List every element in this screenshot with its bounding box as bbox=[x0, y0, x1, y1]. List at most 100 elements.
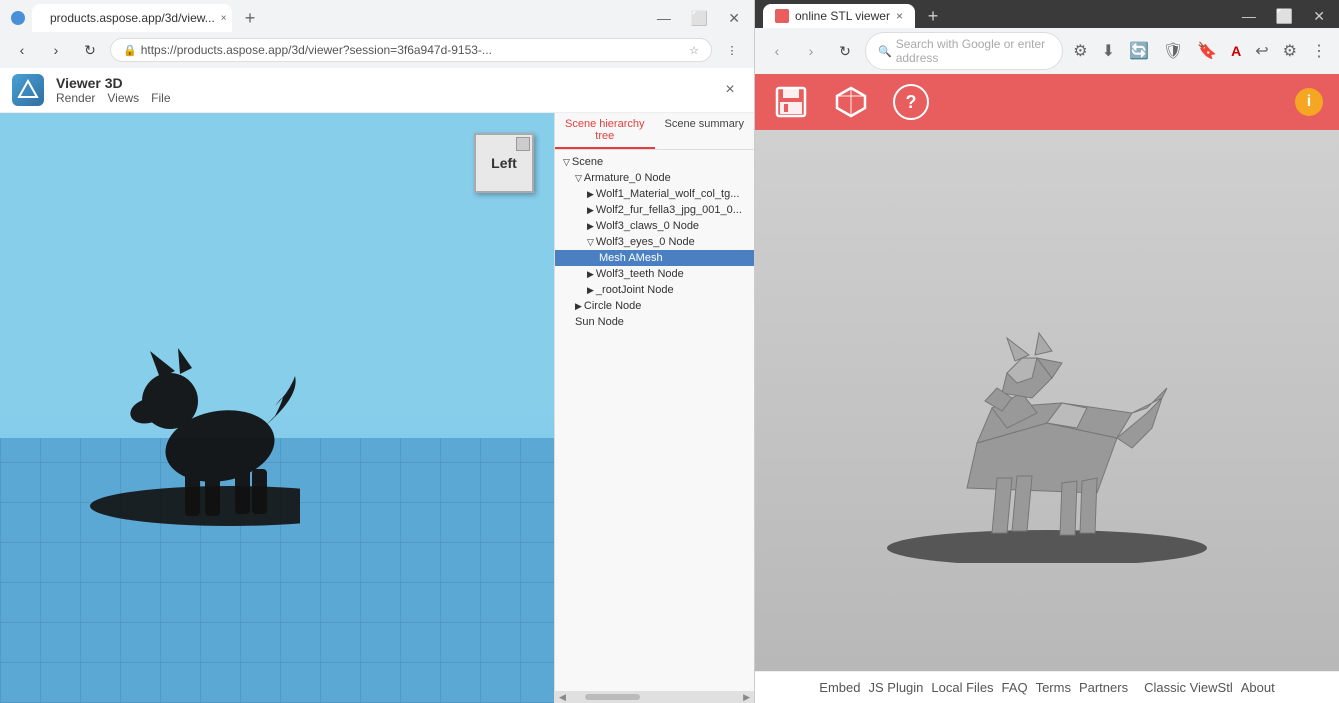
tree-item-scene[interactable]: ▽ Scene bbox=[555, 154, 754, 170]
save-icon-svg bbox=[773, 84, 809, 120]
tree-item-circle[interactable]: ▶ Circle Node bbox=[555, 298, 754, 314]
scroll-left-arrow[interactable]: ◀ bbox=[559, 692, 566, 703]
scroll-right-arrow[interactable]: ▶ bbox=[743, 692, 750, 703]
close-window-button[interactable]: ✕ bbox=[722, 8, 746, 29]
tree-label-rootjoint: _rootJoint Node bbox=[596, 284, 674, 296]
tree-item-wolf3-claws[interactable]: ▶ Wolf3_claws_0 Node bbox=[555, 218, 754, 234]
forward-button[interactable]: › bbox=[42, 36, 70, 64]
footer-link-faq[interactable]: FAQ bbox=[1002, 680, 1028, 695]
right-search-icon: 🔍 bbox=[878, 45, 892, 58]
footer-links: Embed JS Plugin Local Files FAQ Terms Pa… bbox=[755, 671, 1339, 703]
tree-item-wolf2[interactable]: ▶ Wolf2_fur_fella3_jpg_001_0... bbox=[555, 202, 754, 218]
right-ext-icon-3[interactable]: 🔄 bbox=[1125, 39, 1153, 63]
footer-link-terms[interactable]: Terms bbox=[1036, 680, 1071, 695]
tree-arrow-wolf2: ▶ bbox=[587, 205, 594, 216]
footer-link-partners[interactable]: Partners bbox=[1079, 680, 1128, 695]
tab-scene-hierarchy[interactable]: Scene hierarchy tree bbox=[555, 113, 655, 149]
right-toolbar: ? i bbox=[755, 74, 1339, 130]
right-ext-icon-7[interactable]: ↩ bbox=[1251, 39, 1272, 63]
app-close-button[interactable]: × bbox=[718, 78, 742, 102]
tab-label-left: products.aspose.app/3d/view... bbox=[50, 11, 215, 25]
hierarchy-tree: ▽ Scene ▽ Armature_0 Node ▶ Wolf1_Materi… bbox=[555, 150, 754, 691]
menu-file[interactable]: File bbox=[151, 91, 170, 105]
tree-label-wolf3-claws: Wolf3_claws_0 Node bbox=[596, 220, 699, 232]
app-title-group: Viewer 3D Render Views File bbox=[56, 75, 171, 105]
view-cube-label: Left bbox=[491, 155, 517, 171]
right-ext-icon-6[interactable]: A bbox=[1227, 41, 1245, 61]
right-back-button[interactable]: ‹ bbox=[763, 37, 791, 65]
extensions-button[interactable]: ⋮ bbox=[718, 36, 746, 64]
right-forward-button[interactable]: › bbox=[797, 37, 825, 65]
tree-item-wolf1[interactable]: ▶ Wolf1_Material_wolf_col_tg... bbox=[555, 186, 754, 202]
right-tab-close[interactable]: × bbox=[896, 9, 903, 23]
tree-item-rootjoint[interactable]: ▶ _rootJoint Node bbox=[555, 282, 754, 298]
address-bar-left[interactable]: 🔒 https://products.aspose.app/3d/viewer?… bbox=[110, 38, 712, 62]
info-badge[interactable]: i bbox=[1295, 88, 1323, 116]
app-titlebar: Viewer 3D Render Views File × bbox=[0, 68, 754, 113]
horizontal-scrollbar[interactable]: ◀ ▶ bbox=[555, 691, 754, 703]
hierarchy-panel: Scene hierarchy tree Scene summary ▽ Sce… bbox=[554, 113, 754, 703]
right-tab-label: online STL viewer bbox=[795, 9, 890, 23]
right-address-bar[interactable]: 🔍 Search with Google or enter address bbox=[865, 32, 1063, 70]
restore-button[interactable]: ⬜ bbox=[685, 8, 714, 29]
app-content: Left bbox=[0, 113, 754, 703]
active-tab-left[interactable]: products.aspose.app/3d/view... × bbox=[32, 4, 232, 32]
tree-label-scene: Scene bbox=[572, 156, 603, 168]
tab-scene-summary[interactable]: Scene summary bbox=[655, 113, 755, 149]
tree-label-wolf2: Wolf2_fur_fella3_jpg_001_0... bbox=[596, 204, 742, 216]
minimize-button[interactable]: — bbox=[651, 8, 677, 28]
app-logo-icon bbox=[17, 79, 39, 101]
toolbar-save-icon[interactable] bbox=[771, 82, 811, 122]
tree-label-wolf1: Wolf1_Material_wolf_col_tg... bbox=[596, 188, 739, 200]
tree-item-armature[interactable]: ▽ Armature_0 Node bbox=[555, 170, 754, 186]
right-ext-icon-1[interactable]: ⚙ bbox=[1069, 39, 1091, 63]
tree-arrow-circle: ▶ bbox=[575, 301, 582, 312]
footer-link-classic-viewstl[interactable]: Classic ViewStl bbox=[1144, 680, 1233, 695]
menu-render[interactable]: Render bbox=[56, 91, 95, 105]
view-cube[interactable]: Left bbox=[474, 133, 534, 193]
scroll-thumb[interactable] bbox=[585, 694, 640, 700]
tab-close-left[interactable]: × bbox=[221, 10, 227, 26]
tab-favicon-left bbox=[11, 11, 25, 25]
window-controls-left: — ⬜ ✕ bbox=[651, 8, 746, 29]
tree-label-wolf3-eyes: Wolf3_eyes_0 Node bbox=[596, 236, 695, 248]
toolbar-help-icon[interactable]: ? bbox=[891, 82, 931, 122]
tree-item-wolf3-teeth[interactable]: ▶ Wolf3_teeth Node bbox=[555, 266, 754, 282]
left-browser-chrome: products.aspose.app/3d/view... × + — ⬜ ✕… bbox=[0, 0, 754, 68]
tree-label-wolf3-teeth: Wolf3_teeth Node bbox=[596, 268, 684, 280]
right-minimize[interactable]: — bbox=[1236, 6, 1262, 26]
right-ext-icon-4[interactable]: 🛡 bbox=[1159, 39, 1187, 63]
help-circle: ? bbox=[893, 84, 929, 120]
tree-item-wolf3-eyes[interactable]: ▽ Wolf3_eyes_0 Node bbox=[555, 234, 754, 250]
footer-link-js-plugin[interactable]: JS Plugin bbox=[868, 680, 923, 695]
right-menu-dots[interactable]: ⋮ bbox=[1307, 39, 1331, 63]
tree-item-mesh-amesh[interactable]: Mesh AMesh bbox=[555, 250, 754, 266]
menu-views[interactable]: Views bbox=[107, 91, 139, 105]
right-reload-button[interactable]: ↻ bbox=[831, 37, 859, 65]
toolbar-3d-icon[interactable] bbox=[831, 82, 871, 122]
right-ext-icon-8[interactable]: ⚙ bbox=[1279, 39, 1301, 63]
bookmark-icon: ☆ bbox=[689, 44, 699, 57]
tree-arrow-rootjoint: ▶ bbox=[587, 285, 594, 296]
viewer3d-app-window: Viewer 3D Render Views File × Left bbox=[0, 68, 754, 703]
footer-link-local-files[interactable]: Local Files bbox=[931, 680, 993, 695]
tree-item-sun[interactable]: Sun Node bbox=[555, 314, 754, 330]
scroll-track-inner bbox=[570, 694, 739, 700]
box-icon-svg bbox=[833, 84, 869, 120]
url-text: https://products.aspose.app/3d/viewer?se… bbox=[141, 43, 685, 57]
right-restore[interactable]: ⬜ bbox=[1270, 6, 1299, 27]
right-ext-icon-5[interactable]: 🔖 bbox=[1193, 39, 1221, 63]
app-logo bbox=[12, 74, 44, 106]
back-button[interactable]: ‹ bbox=[8, 36, 36, 64]
right-browser-window: online STL viewer × + — ⬜ ✕ ‹ › ↻ 🔍 Sear… bbox=[755, 0, 1339, 703]
right-close[interactable]: ✕ bbox=[1307, 6, 1331, 27]
reload-button[interactable]: ↻ bbox=[76, 36, 104, 64]
tree-arrow-wolf3-teeth: ▶ bbox=[587, 269, 594, 280]
new-tab-button-right[interactable]: + bbox=[919, 4, 947, 28]
right-ext-icon-2[interactable]: ⬇ bbox=[1098, 39, 1119, 63]
new-tab-button-left[interactable]: + bbox=[236, 6, 264, 30]
right-active-tab[interactable]: online STL viewer × bbox=[763, 4, 915, 28]
footer-link-embed[interactable]: Embed bbox=[819, 680, 860, 695]
footer-link-about[interactable]: About bbox=[1241, 680, 1275, 695]
info-badge-label: i bbox=[1307, 93, 1311, 111]
